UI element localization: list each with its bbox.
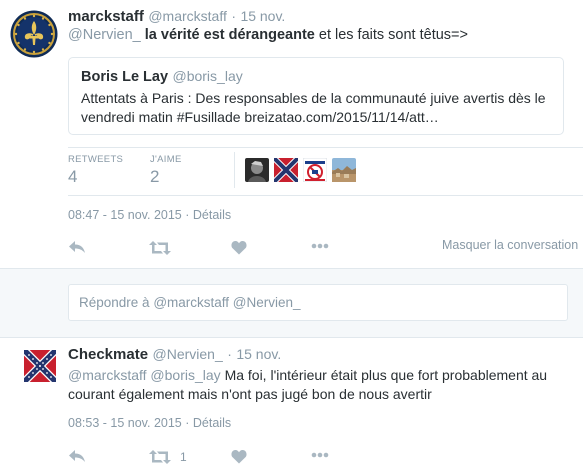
- reply-icon: [69, 450, 85, 462]
- retweets-label: RETWEETS: [68, 154, 124, 165]
- quoted-author-name: Boris Le Lay: [81, 69, 169, 85]
- main-tweet: marckstaff @marckstaff · 15 nov. @Nervie…: [0, 0, 583, 268]
- reply-more-button[interactable]: [311, 452, 329, 462]
- reply-details-link[interactable]: Détails: [193, 416, 231, 430]
- tweet-text: @Nervien_ la vérité est dérangeante et l…: [68, 26, 468, 45]
- reply-author-handle[interactable]: @Nervien_: [153, 346, 223, 362]
- liker-avatar-1[interactable]: [245, 158, 269, 182]
- retweets-count: 4: [68, 167, 78, 186]
- quoted-text-line-1: Attentats à Paris : Des responsables de …: [81, 90, 546, 106]
- reply-text-line-2: courant également mais n'ont pas jugé bo…: [68, 386, 432, 402]
- reply-date-separator: ·: [227, 346, 232, 362]
- more-dots-icon: [311, 243, 329, 249]
- tweet-timestamp[interactable]: 08:47 - 15 nov. 2015: [68, 208, 182, 222]
- reply-like-button[interactable]: [231, 449, 249, 467]
- mention-link[interactable]: @boris_lay: [150, 367, 220, 383]
- quoted-text-line-2: vendredi matin #Fusillade breizatao.com/…: [81, 109, 439, 125]
- divider: [68, 195, 583, 196]
- details-separator: ·: [185, 208, 190, 222]
- retweet-icon: [149, 241, 171, 255]
- reply-date[interactable]: 15 nov.: [236, 346, 281, 362]
- heart-icon: [231, 449, 247, 464]
- hide-conversation-link[interactable]: Masquer la conversation: [442, 238, 578, 252]
- details-link[interactable]: Détails: [193, 208, 231, 222]
- reply-panel: Répondre à @marckstaff @Nervien_: [0, 268, 583, 338]
- author-name[interactable]: marckstaff: [68, 8, 144, 25]
- likes-count: 2: [150, 167, 160, 186]
- author-handle[interactable]: @marckstaff: [148, 8, 227, 24]
- like-button[interactable]: [231, 240, 249, 258]
- mention-link[interactable]: @marckstaff: [68, 367, 147, 383]
- likes-stat[interactable]: J'AIME 2: [150, 154, 182, 187]
- divider: [68, 147, 583, 148]
- retweets-stat[interactable]: RETWEETS 4: [68, 154, 123, 187]
- liker-avatar-3[interactable]: [303, 158, 327, 182]
- retweet-count: 1: [180, 450, 187, 464]
- likes-label: J'AIME: [150, 154, 182, 165]
- avatar[interactable]: [10, 10, 58, 58]
- heart-icon: [231, 240, 247, 255]
- stats-separator: [234, 152, 235, 188]
- retweet-button[interactable]: [149, 240, 173, 258]
- reply-icon: [69, 241, 85, 253]
- liker-avatar-2[interactable]: [274, 158, 298, 182]
- tweet-bold-text: la vérité est dérangeante: [144, 27, 315, 43]
- tweet-rest-text: et les faits sont têtus=>: [318, 27, 468, 43]
- reply-text-line-1: @marckstaff @boris_lay Ma foi, l'intérie…: [68, 366, 547, 385]
- quoted-tweet-card[interactable]: Boris Le Lay @boris_lay Attentats à Pari…: [68, 57, 564, 135]
- reply-input[interactable]: Répondre à @marckstaff @Nervien_: [68, 284, 568, 321]
- reply-text: Ma foi, l'intérieur était plus que fort …: [224, 367, 548, 383]
- date-separator: ·: [231, 8, 236, 24]
- reply-author-name[interactable]: Checkmate: [68, 346, 148, 363]
- retweet-icon: [149, 450, 171, 464]
- tweet-date[interactable]: 15 nov.: [240, 8, 285, 24]
- reply-button[interactable]: [68, 239, 88, 257]
- more-dots-icon: [311, 452, 329, 458]
- reply-reply-button[interactable]: [68, 448, 88, 466]
- mention-link[interactable]: @Nervien_: [68, 27, 141, 43]
- liker-avatar-4[interactable]: [332, 158, 356, 182]
- reply-tweet: Checkmate @Nervien_ · 15 nov. @marckstaf…: [0, 338, 583, 474]
- reply-details-separator: ·: [185, 416, 190, 430]
- reply-timestamp[interactable]: 08:53 - 15 nov. 2015: [68, 416, 182, 430]
- reply-avatar[interactable]: [24, 350, 56, 382]
- quoted-author-handle: @boris_lay: [172, 68, 243, 84]
- reply-placeholder-mentions: @marckstaff @Nervien_: [153, 295, 301, 310]
- more-button[interactable]: [311, 243, 329, 253]
- reply-placeholder-prefix: Répondre à: [79, 295, 154, 310]
- reply-retweet-button[interactable]: 1: [149, 449, 193, 467]
